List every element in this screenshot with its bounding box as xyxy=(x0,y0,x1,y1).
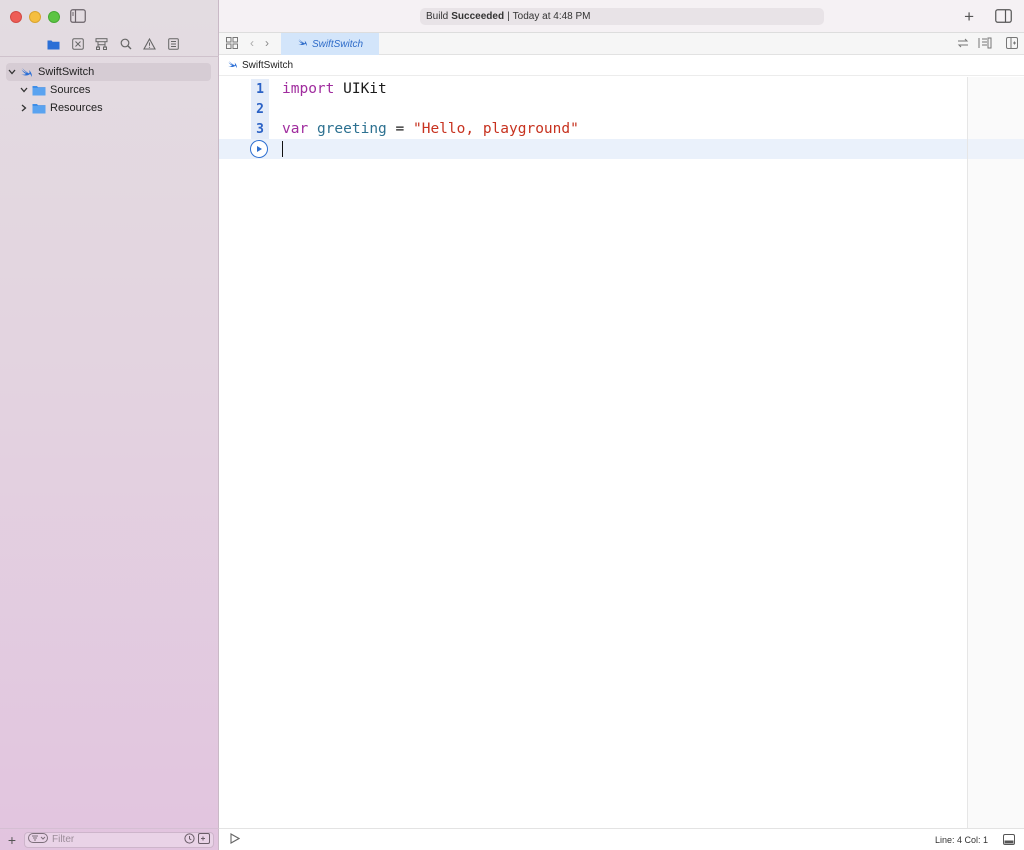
folder-icon[interactable] xyxy=(45,36,63,52)
code-text[interactable]: import UIKit xyxy=(282,81,387,97)
variable-token: greeting xyxy=(316,121,387,137)
filter-field[interactable]: Filter xyxy=(24,831,214,848)
activity-prefix: Build xyxy=(426,11,449,22)
tree-item-swiftswitch[interactable]: SwiftSwitch xyxy=(6,63,211,81)
activity-separator: | xyxy=(507,11,510,22)
plain-token: UIKit xyxy=(334,81,387,97)
source-control-filter-icon[interactable] xyxy=(198,832,210,847)
tab-swiftswitch[interactable]: SwiftSwitch xyxy=(281,33,379,55)
navigator-sidebar: SwiftSwitch Sources Resources + Filter xyxy=(0,0,219,850)
divider xyxy=(0,56,219,57)
line-gutter xyxy=(219,139,269,159)
forward-arrow-icon[interactable]: › xyxy=(265,36,269,50)
swift-icon xyxy=(297,38,308,50)
build-status: Succeeded xyxy=(451,11,505,22)
navigator-selector-bar xyxy=(0,36,219,52)
play-icon xyxy=(257,146,262,152)
string-token: "Hello, playground" xyxy=(412,121,579,137)
line-gutter: 1 xyxy=(219,79,269,99)
current-line-result xyxy=(968,139,1024,159)
code-text[interactable] xyxy=(282,141,283,157)
related-items-icon[interactable] xyxy=(226,37,238,52)
zoom-button[interactable] xyxy=(48,11,60,23)
inspector-toggle-icon[interactable] xyxy=(995,9,1012,23)
code-text[interactable]: var greeting = "Hello, playground" xyxy=(282,121,579,137)
editor-tab-bar: ‹ › SwiftSwitch xyxy=(219,33,1024,55)
line-number[interactable]: 3 xyxy=(251,119,269,139)
chevron-down-icon[interactable] xyxy=(6,66,18,78)
keyword-token: import xyxy=(282,81,335,97)
close-button[interactable] xyxy=(10,11,22,23)
tree-item-label: Sources xyxy=(50,84,91,96)
filter-placeholder: Filter xyxy=(52,834,75,845)
current-line[interactable] xyxy=(219,139,967,159)
execute-playground-icon[interactable] xyxy=(229,832,241,847)
line-gutter: 2 xyxy=(219,99,269,119)
navigator-footer: + Filter xyxy=(0,828,219,850)
split-editor-icon[interactable] xyxy=(1006,37,1018,52)
editor-options-icon[interactable] xyxy=(978,37,992,52)
recent-files-icon[interactable] xyxy=(184,832,195,847)
window-toolbar: Build Succeeded | Today at 4:48 PM + xyxy=(219,0,1024,33)
folder-icon xyxy=(32,84,46,96)
source-editor[interactable]: 1 import UIKit 2 3 var greeting = "Hello… xyxy=(219,77,967,828)
chevron-down-icon[interactable] xyxy=(18,84,30,96)
cursor-position: Line: 4 Col: 1 xyxy=(934,834,988,845)
plain-token: = xyxy=(386,121,413,137)
keyword-token: var xyxy=(282,121,309,137)
tab-label: SwiftSwitch xyxy=(311,38,364,50)
build-time: Today at 4:48 PM xyxy=(512,11,591,22)
tree-item-resources[interactable]: Resources xyxy=(6,99,211,117)
code-line[interactable]: 2 xyxy=(219,99,967,119)
debug-status-bar: Line: 4 Col: 1 xyxy=(219,828,1024,850)
code-line[interactable]: 1 import UIKit xyxy=(219,79,967,99)
jump-bar-path[interactable]: SwiftSwitch xyxy=(242,60,293,71)
text-cursor xyxy=(282,141,283,157)
activity-viewer[interactable]: Build Succeeded | Today at 4:48 PM xyxy=(420,8,824,25)
swap-arrows-icon[interactable] xyxy=(957,37,969,52)
tree-item-label: Resources xyxy=(50,102,103,114)
folder-icon xyxy=(32,102,46,114)
window-controls xyxy=(10,11,60,23)
issue-icon[interactable] xyxy=(141,36,159,52)
jump-bar[interactable]: SwiftSwitch xyxy=(219,56,1024,76)
minimize-button[interactable] xyxy=(29,11,41,23)
report-icon[interactable] xyxy=(165,36,183,52)
debug-area-toggle-icon[interactable] xyxy=(1003,834,1015,848)
line-number[interactable]: 1 xyxy=(251,79,269,99)
line-gutter: 3 xyxy=(219,119,269,139)
project-tree: SwiftSwitch Sources Resources xyxy=(6,63,211,117)
code-line[interactable]: 3 var greeting = "Hello, playground" xyxy=(219,119,967,139)
tree-item-sources[interactable]: Sources xyxy=(6,81,211,99)
swift-icon xyxy=(20,66,34,78)
tree-item-label: SwiftSwitch xyxy=(38,66,95,78)
source-control-icon[interactable] xyxy=(69,36,87,52)
results-sidebar xyxy=(967,77,1024,828)
chevron-right-icon[interactable] xyxy=(18,102,30,114)
filter-options-icon[interactable] xyxy=(28,833,48,846)
find-icon[interactable] xyxy=(117,36,135,52)
back-arrow-icon[interactable]: ‹ xyxy=(250,36,254,50)
symbol-icon[interactable] xyxy=(93,36,111,52)
add-file-button[interactable]: + xyxy=(4,832,20,848)
library-add-button[interactable]: + xyxy=(964,7,974,27)
swift-icon xyxy=(227,60,238,72)
sidebar-toggle-icon[interactable] xyxy=(70,9,86,23)
run-playground-button[interactable] xyxy=(250,140,268,158)
line-number[interactable]: 2 xyxy=(251,99,269,119)
